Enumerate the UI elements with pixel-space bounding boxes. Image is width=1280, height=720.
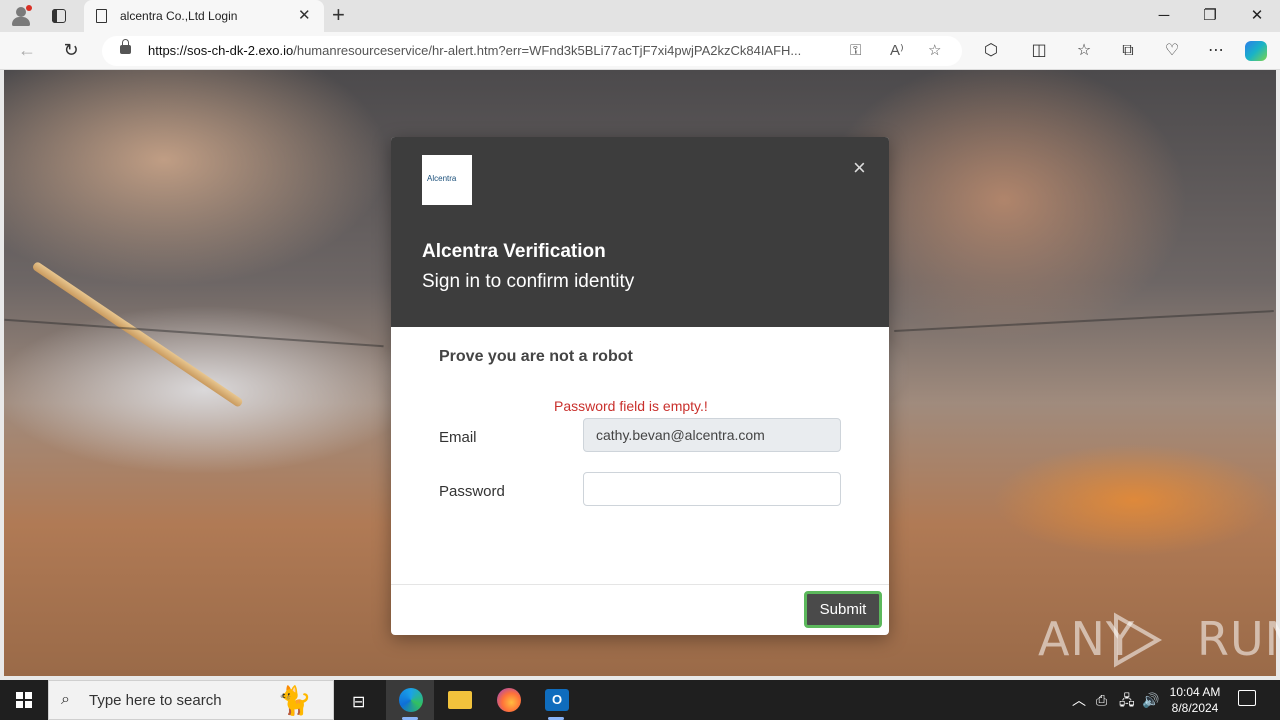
anyrun-play-icon	[1114, 612, 1163, 668]
password-label: Password	[439, 483, 505, 500]
url-text[interactable]: https://sos-ch-dk-2.exo.io/humanresource…	[148, 43, 838, 58]
taskbar-firefox[interactable]	[484, 680, 532, 720]
favorite-star-icon[interactable]: ☆	[928, 41, 941, 61]
split-screen-icon[interactable]: ◫	[1028, 41, 1050, 61]
new-tab-button[interactable]: +	[332, 4, 345, 26]
task-view-icon: ⊟	[352, 694, 366, 711]
taskbar-clock[interactable]: 10:04 AM 8/8/2024	[1160, 684, 1230, 716]
password-field[interactable]	[583, 472, 841, 506]
tab-actions-icon[interactable]	[50, 7, 68, 25]
alcentra-logo: Alcentra	[422, 155, 472, 205]
browser-essentials-icon[interactable]: ♡	[1161, 41, 1183, 61]
windows-taskbar: ⌕ Type here to search 🐈 ⊟ O ︿ ⎙ 🖧 🔊 10:0…	[0, 680, 1280, 720]
modal-title: Alcentra Verification	[422, 241, 606, 262]
tray-chevron-icon[interactable]: ︿	[1072, 691, 1086, 709]
error-message: Password field is empty.!	[554, 398, 708, 414]
browser-tab[interactable]: alcentra Co.,Ltd Login ✕	[84, 0, 324, 32]
collections-icon[interactable]: ⧉	[1117, 41, 1139, 61]
edge-icon	[399, 688, 423, 712]
password-key-icon[interactable]: ⚿	[850, 41, 861, 61]
outlook-icon: O	[545, 689, 569, 711]
notifications-icon[interactable]	[1238, 690, 1256, 706]
favorites-icon[interactable]: ☆	[1073, 41, 1095, 61]
taskbar-outlook[interactable]: O	[532, 680, 580, 720]
tab-close-icon[interactable]: ✕	[298, 7, 311, 25]
volume-icon[interactable]: 🔊	[1142, 691, 1159, 709]
email-label: Email	[439, 429, 477, 446]
email-field[interactable]: cathy.bevan@alcentra.com	[583, 418, 841, 452]
robot-check-heading: Prove you are not a robot	[439, 348, 633, 365]
restore-button[interactable]: ❐	[1200, 6, 1220, 26]
modal-close-icon[interactable]: ×	[853, 157, 866, 179]
reload-icon[interactable]: ↻	[60, 40, 82, 60]
settings-more-icon[interactable]: ⋯	[1205, 41, 1227, 61]
verification-modal: Alcentra × Alcentra Verification Sign in…	[391, 137, 889, 635]
back-icon[interactable]: ←	[16, 40, 38, 60]
page-icon	[96, 9, 107, 23]
search-placeholder: Type here to search	[89, 692, 222, 709]
taskbar-search[interactable]: ⌕ Type here to search 🐈	[48, 680, 334, 720]
file-explorer-icon	[448, 691, 472, 709]
address-bar[interactable]: https://sos-ch-dk-2.exo.io/humanresource…	[102, 36, 962, 66]
tab-title: alcentra Co.,Ltd Login	[120, 9, 238, 23]
clock-date: 8/8/2024	[1171, 701, 1219, 715]
submit-button[interactable]: Submit	[804, 591, 882, 628]
profile-icon[interactable]	[10, 5, 32, 27]
copilot-icon[interactable]	[1245, 41, 1267, 61]
start-button[interactable]	[16, 692, 32, 708]
cat-icon: 🐈	[277, 685, 312, 716]
task-view-button[interactable]: ⊟	[336, 680, 384, 720]
firefox-icon	[497, 688, 521, 712]
taskbar-edge[interactable]	[386, 680, 434, 720]
modal-subtitle: Sign in to confirm identity	[422, 271, 635, 292]
network-icon[interactable]: 🖧	[1119, 691, 1135, 709]
clock-time: 10:04 AM	[1169, 685, 1221, 699]
read-aloud-icon[interactable]: A⁾	[890, 41, 904, 61]
lock-icon[interactable]	[120, 39, 131, 54]
browser-tab-strip: alcentra Co.,Ltd Login ✕ + ─ ❐ ✕	[0, 0, 1280, 32]
search-icon: ⌕	[61, 691, 70, 708]
extensions-icon[interactable]: ⬡	[980, 41, 1002, 61]
tray-device-icon[interactable]: ⎙	[1096, 691, 1107, 709]
window-close-button[interactable]: ✕	[1247, 6, 1267, 26]
taskbar-file-explorer[interactable]	[436, 680, 484, 720]
modal-footer-divider	[391, 584, 889, 585]
modal-header: Alcentra × Alcentra Verification Sign in…	[391, 137, 889, 327]
minimize-button[interactable]: ─	[1154, 6, 1174, 26]
